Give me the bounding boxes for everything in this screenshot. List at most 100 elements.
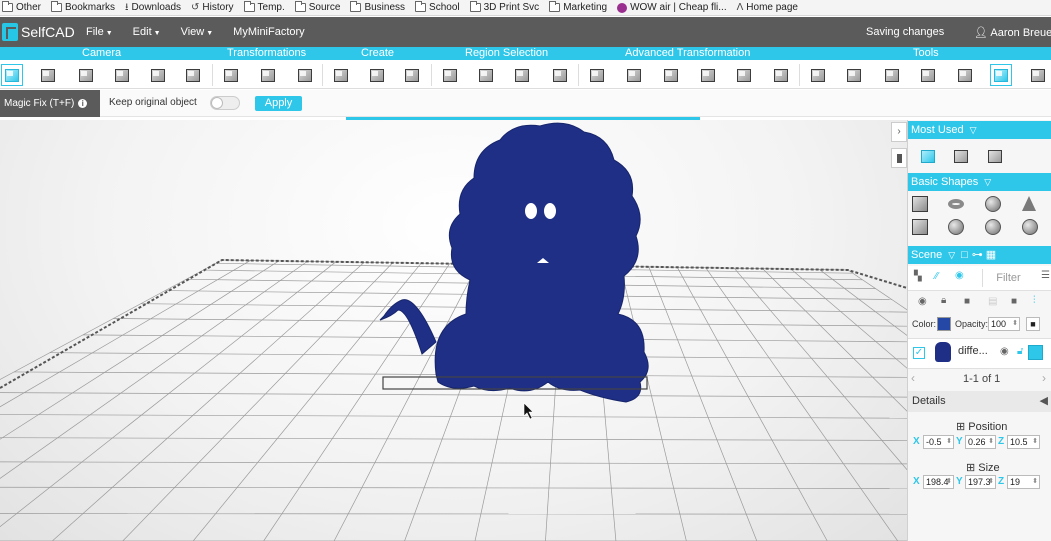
link-icon[interactable]: ⁄⁄	[935, 271, 938, 282]
collapse-panel-button[interactable]: ›	[891, 122, 907, 142]
object-name[interactable]: diffe...	[958, 345, 988, 357]
sketch-tool[interactable]	[368, 66, 386, 84]
most-used-select-face[interactable]	[986, 148, 1004, 166]
view-toggle-button[interactable]	[891, 148, 907, 168]
stretch-tool[interactable]	[772, 66, 790, 84]
apply-button[interactable]: Apply	[255, 96, 302, 111]
more-options-button[interactable]: ■	[1026, 317, 1040, 331]
size-z-input[interactable]: 19 ⬍	[1007, 475, 1040, 489]
category-region-selection[interactable]: Region Selection	[465, 47, 548, 60]
object-visibility-icon[interactable]: ◉	[1000, 346, 1009, 357]
category-camera[interactable]: Camera	[82, 47, 121, 60]
chevron-right-icon[interactable]: ›	[1042, 371, 1046, 385]
select-edge-tool[interactable]	[477, 66, 495, 84]
file-menu[interactable]: File ▼	[86, 26, 113, 38]
project-name[interactable]: MyMiniFactory	[233, 26, 305, 38]
info-icon[interactable]: i	[78, 99, 88, 108]
bookmark-temp[interactable]: Temp.	[243, 1, 285, 13]
magic-fix-tool[interactable]	[990, 64, 1012, 86]
intersection-tool[interactable]	[883, 66, 901, 84]
most-used-magic-fix[interactable]	[919, 148, 937, 166]
scene-canvas[interactable]	[0, 120, 907, 541]
back-arrow-icon[interactable]: ◀	[1040, 391, 1048, 412]
bookmark-business[interactable]: Business	[350, 1, 405, 13]
rotate-tool[interactable]	[259, 66, 277, 84]
twist-tool[interactable]	[735, 66, 753, 84]
cube-solid-icon[interactable]: ■	[964, 296, 970, 307]
camera-settings-tool[interactable]	[149, 66, 167, 84]
reset-view-tool[interactable]	[184, 66, 202, 84]
taper-tool[interactable]	[699, 66, 717, 84]
pan-tool[interactable]	[77, 66, 95, 84]
knot-shape[interactable]	[948, 219, 964, 235]
adjust-icon[interactable]: ⫶	[1033, 295, 1036, 306]
position-z-input[interactable]: 10.5 ⬍	[1007, 435, 1040, 449]
3d-viewport[interactable]: ›	[0, 120, 907, 541]
bookmark-history[interactable]: ↺ History	[191, 2, 234, 13]
visibility-icon[interactable]: ◉	[918, 296, 927, 307]
geosphere-shape[interactable]	[985, 219, 1001, 235]
material-icon[interactable]: ■	[1011, 296, 1017, 307]
bookmark-school[interactable]: School	[415, 1, 460, 13]
position-x-input[interactable]: -0.5 ⬍	[923, 435, 954, 449]
most-used-cube[interactable]	[952, 148, 970, 166]
menu-icon[interactable]: ☰	[1041, 270, 1050, 281]
slider-view-icon[interactable]: ⊶	[972, 249, 983, 261]
bookmark-downloads[interactable]: ⭳ Downloads	[125, 2, 181, 13]
select-object-tool[interactable]	[551, 66, 569, 84]
bookmark-other[interactable]: Other	[2, 1, 41, 13]
union-tool[interactable]	[809, 66, 827, 84]
category-tools[interactable]: Tools	[913, 47, 939, 60]
square-view-icon[interactable]: □	[961, 249, 968, 261]
edit-menu[interactable]: Edit ▼	[133, 26, 161, 38]
fit-view-tool[interactable]	[1, 64, 23, 86]
selfcad-logo[interactable]: SelfCAD	[2, 23, 86, 41]
bookmark-marketing[interactable]: Marketing	[549, 1, 607, 13]
size-y-input[interactable]: 197.3 ⬍	[965, 475, 996, 489]
extrude-tool[interactable]	[403, 66, 421, 84]
bookmark-bookmarks[interactable]: Bookmarks	[51, 1, 115, 13]
category-transformations[interactable]: Transformations	[227, 47, 306, 60]
bookmark-home-page[interactable]: Λ Home page	[737, 2, 798, 13]
bookmark-wow-air[interactable]: WOW air | Cheap fli...	[617, 2, 727, 13]
polyhedron-shape[interactable]	[1022, 219, 1038, 235]
eye-icon[interactable]: ◉	[955, 270, 964, 281]
scene-header[interactable]: Scene ▽ □ ⊶ ▦	[908, 246, 1051, 264]
chevron-left-icon[interactable]: ‹	[911, 371, 915, 385]
lock-icon[interactable]: 🔒︎	[941, 295, 946, 306]
object-lock-icon[interactable]: 🔓︎	[1017, 346, 1023, 357]
torus-shape[interactable]	[948, 199, 964, 209]
object-material-icon[interactable]	[1028, 345, 1043, 360]
category-advanced-transformation[interactable]: Advanced Transformation	[625, 47, 750, 60]
size-x-input[interactable]: 198.4 ⬍	[923, 475, 954, 489]
cube-shape[interactable]	[912, 196, 928, 212]
details-header[interactable]: Details ◀	[908, 391, 1051, 412]
zoom-tool[interactable]	[39, 66, 57, 84]
keep-original-toggle[interactable]	[210, 96, 240, 110]
export-tool[interactable]	[1029, 66, 1047, 84]
category-create[interactable]: Create	[361, 47, 394, 60]
sphere-tool[interactable]	[919, 66, 937, 84]
trash-icon[interactable]: ▤	[988, 296, 997, 307]
move-tool[interactable]	[222, 66, 240, 84]
lion-model[interactable]	[379, 122, 649, 403]
sphere-shape[interactable]	[985, 196, 1001, 212]
subdivide-tool[interactable]	[625, 66, 643, 84]
cylinder-shape[interactable]	[912, 219, 928, 235]
cone-shape[interactable]	[1022, 196, 1036, 211]
rotate-view-tool[interactable]	[113, 66, 131, 84]
bookmark-3d-print-svc[interactable]: 3D Print Svc	[469, 1, 539, 13]
basic-shapes-header[interactable]: Basic Shapes ▽	[908, 173, 1051, 191]
bevel-tool[interactable]	[588, 66, 606, 84]
most-used-header[interactable]: Most Used ▽	[908, 121, 1051, 139]
deform-tool[interactable]	[662, 66, 680, 84]
filter-input[interactable]: Filter	[982, 269, 1034, 287]
grid-view-icon[interactable]: ▦	[986, 249, 996, 261]
bookmark-source[interactable]: Source	[294, 1, 340, 13]
user-menu[interactable]: 👤︎ Aaron Breuer	[974, 26, 1051, 39]
view-menu[interactable]: View ▼	[181, 26, 214, 38]
select-vertex-tool[interactable]	[441, 66, 459, 84]
difference-tool[interactable]	[845, 66, 863, 84]
position-y-input[interactable]: 0.26 ⬍	[965, 435, 996, 449]
scale-tool[interactable]	[296, 66, 314, 84]
